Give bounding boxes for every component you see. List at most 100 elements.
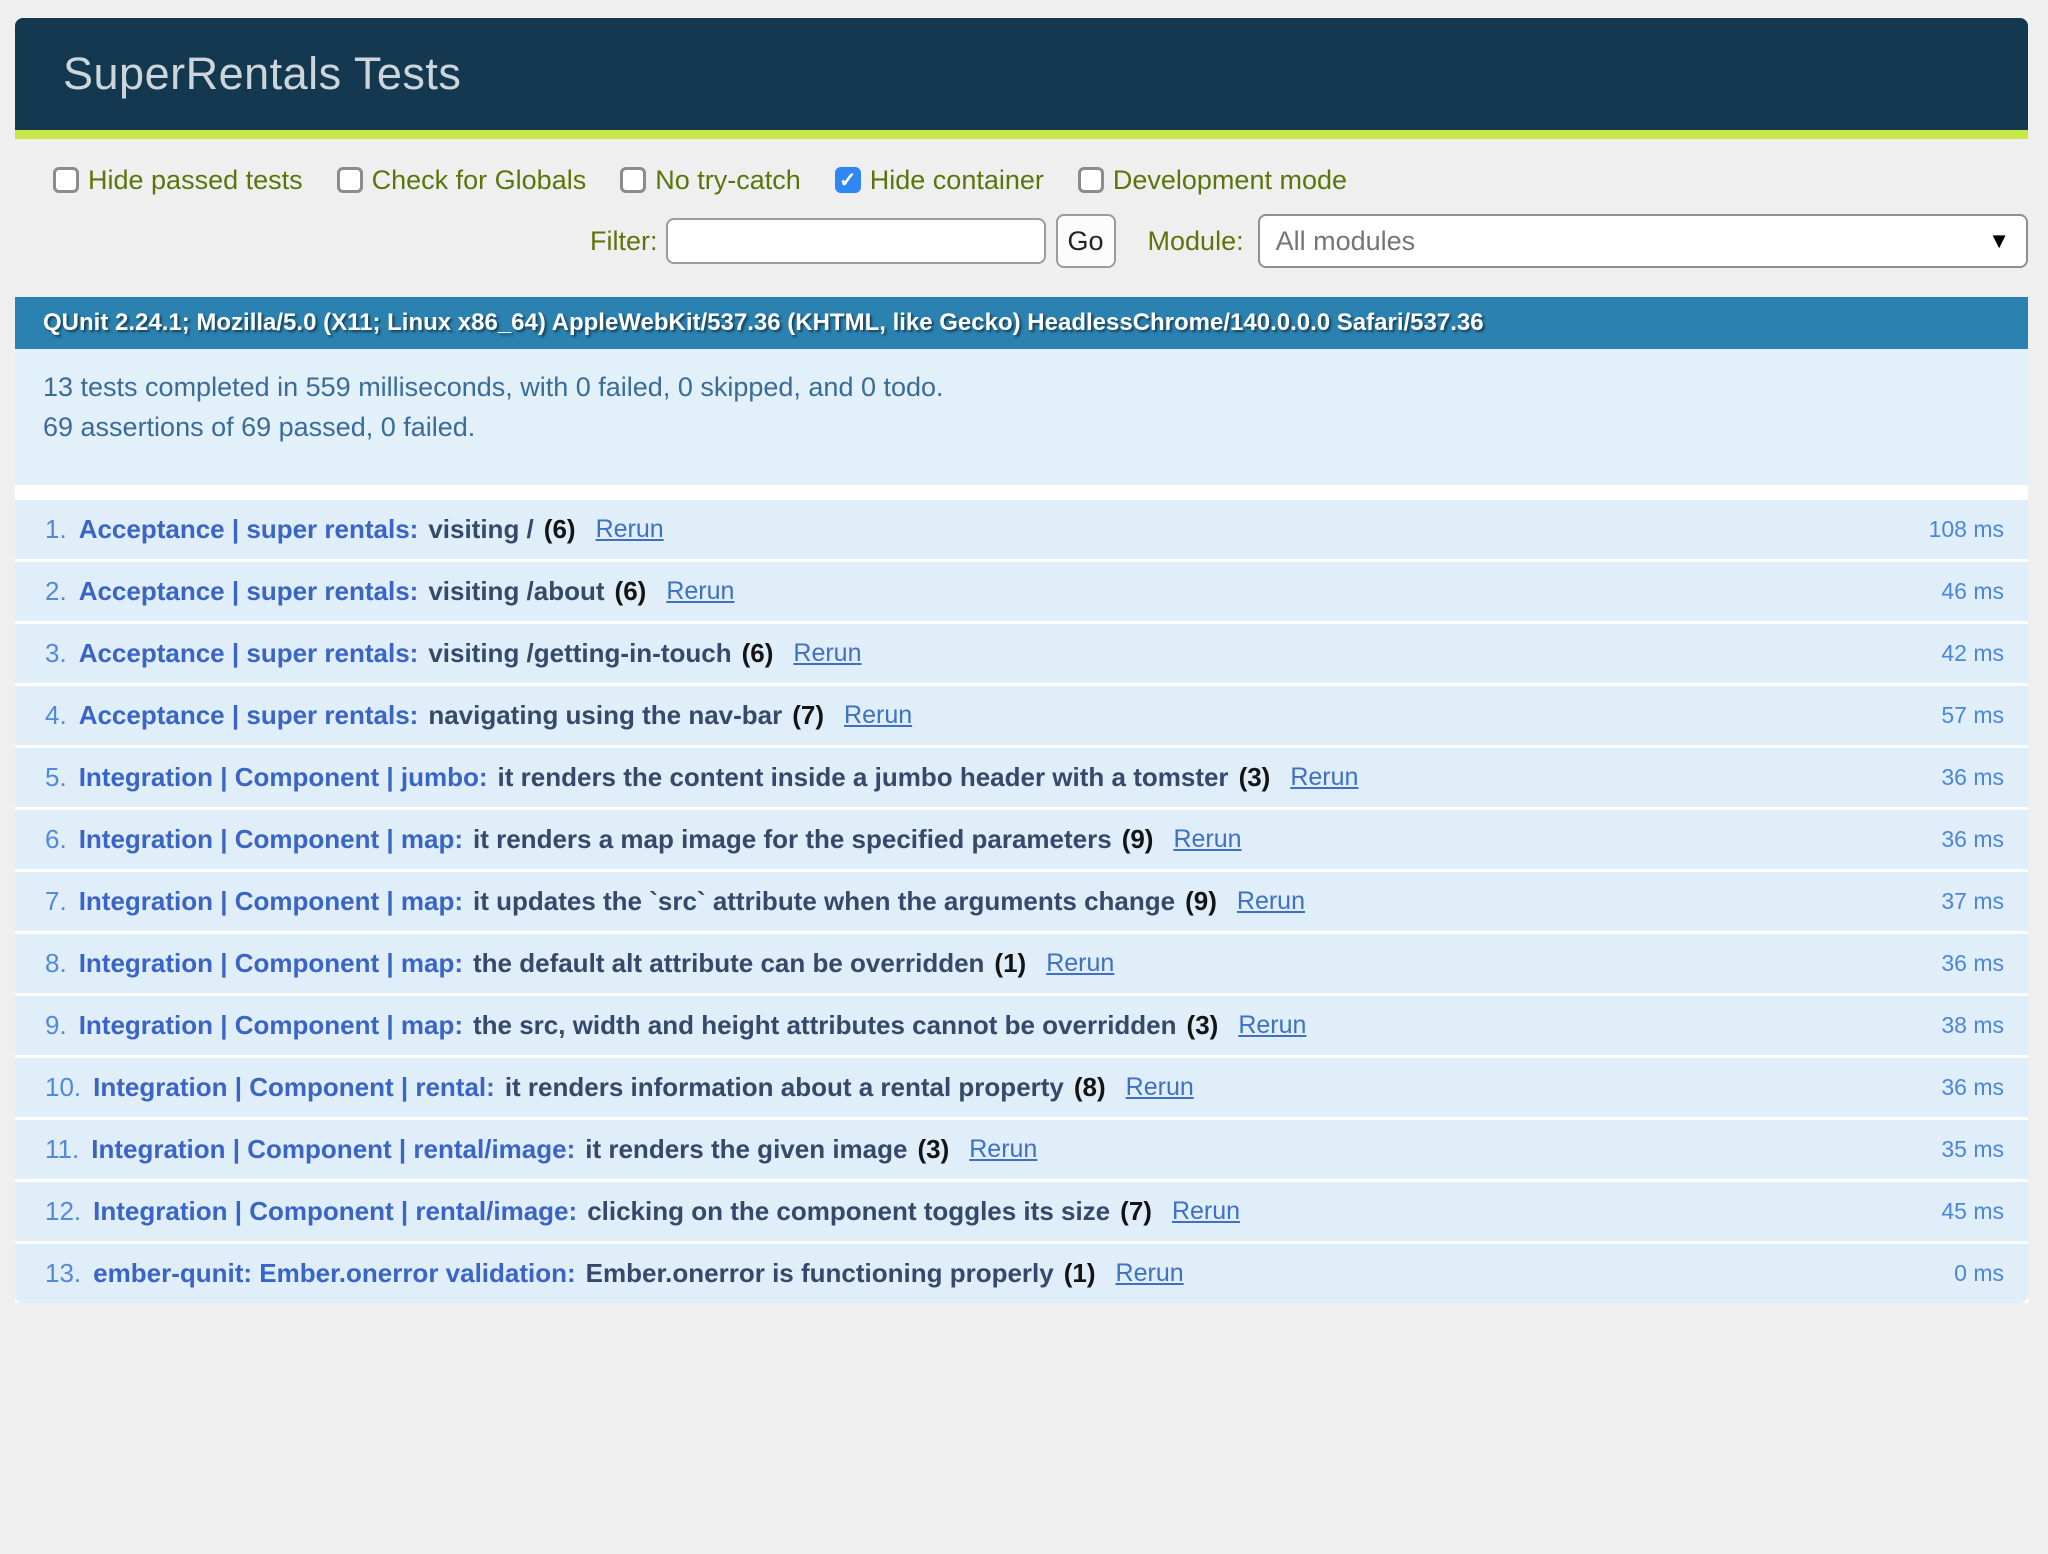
rerun-link[interactable]: Rerun xyxy=(793,639,861,668)
assertion-counts: (7) xyxy=(1120,1196,1152,1227)
toolbar-checkbox-hide-passed-tests[interactable]: Hide passed tests xyxy=(53,165,303,196)
rerun-link[interactable]: Rerun xyxy=(1238,1011,1306,1040)
test-runtime: 36 ms xyxy=(1941,826,2004,853)
qunit-container: SuperRentals Tests Hide passed tests Chec… xyxy=(15,18,2028,1303)
test-row[interactable]: 11. Integration | Component | rental/imag… xyxy=(15,1120,2028,1179)
toolbar-checkbox-no-try-catch[interactable]: No try-catch xyxy=(620,165,801,196)
test-result-summary: 13 tests completed in 559 milliseconds, … xyxy=(15,349,2028,485)
test-runtime: 46 ms xyxy=(1941,578,2004,605)
filter-input[interactable] xyxy=(666,218,1046,264)
test-row[interactable]: 3.Acceptance | super rentals:visiting /g… xyxy=(15,624,2028,683)
user-agent-bar: QUnit 2.24.1; Mozilla/5.0 (X11; Linux x8… xyxy=(15,297,2028,349)
toolbar-checkboxes: Hide passed tests Check for Globals No try… xyxy=(53,163,2028,197)
assertion-counts: (9) xyxy=(1122,824,1154,855)
filter-label: Filter: xyxy=(590,226,658,257)
checkbox-unchecked-icon[interactable] xyxy=(337,167,363,193)
rerun-link[interactable]: Rerun xyxy=(844,701,912,730)
test-runtime: 57 ms xyxy=(1941,702,2004,729)
test-number: 1. xyxy=(45,514,67,545)
checkbox-unchecked-icon[interactable] xyxy=(53,167,79,193)
test-runtime: 36 ms xyxy=(1941,1074,2004,1101)
toolbar-checkbox-development-mode[interactable]: Development mode xyxy=(1078,165,1347,196)
chevron-down-icon: ▼ xyxy=(1988,228,2010,254)
rerun-link[interactable]: Rerun xyxy=(1046,949,1114,978)
test-row[interactable]: 13.ember-qunit: Ember.onerror validation… xyxy=(15,1244,2028,1303)
test-name: it renders information about a rental pr… xyxy=(505,1072,1064,1103)
module-name: Acceptance | super rentals: xyxy=(79,576,419,607)
module-name: Acceptance | super rentals: xyxy=(79,514,419,545)
module-name: Integration | Component | rental/image: xyxy=(93,1196,577,1227)
assertion-counts: (6) xyxy=(742,638,774,669)
test-row[interactable]: 7.Integration | Component | map:it updat… xyxy=(15,872,2028,931)
filter-row: Filter: Go Module: All modules ▼ xyxy=(590,213,2028,269)
test-number: 13. xyxy=(45,1258,81,1289)
test-name: the default alt attribute can be overrid… xyxy=(473,948,984,979)
module-name: Integration | Component | map: xyxy=(79,824,463,855)
rerun-link[interactable]: Rerun xyxy=(969,1135,1037,1164)
test-number: 3. xyxy=(45,638,67,669)
module-name: Integration | Component | map: xyxy=(79,886,463,917)
test-runtime: 36 ms xyxy=(1941,950,2004,977)
module-label: Module: xyxy=(1148,226,1244,257)
rerun-link[interactable]: Rerun xyxy=(1290,763,1358,792)
checkbox-checked-icon[interactable]: ✓ xyxy=(835,167,861,193)
test-row[interactable]: 10.Integration | Component | rental:it r… xyxy=(15,1058,2028,1117)
rerun-link[interactable]: Rerun xyxy=(1126,1073,1194,1102)
user-agent-text: QUnit 2.24.1; Mozilla/5.0 (X11; Linux x8… xyxy=(43,309,1484,337)
assertion-counts: (6) xyxy=(615,576,647,607)
test-row[interactable]: 6.Integration | Component | map:it rende… xyxy=(15,810,2028,869)
rerun-link[interactable]: Rerun xyxy=(1237,887,1305,916)
test-runtime: 108 ms xyxy=(1929,516,2004,543)
test-runtime: 0 ms xyxy=(1954,1260,2004,1287)
checkbox-label: Hide passed tests xyxy=(88,165,303,196)
checkbox-label: Development mode xyxy=(1113,165,1347,196)
module-name: Integration | Component | jumbo: xyxy=(79,762,488,793)
test-name: the src, width and height attributes can… xyxy=(473,1010,1177,1041)
checkbox-label: Check for Globals xyxy=(372,165,587,196)
test-name: Ember.onerror is functioning properly xyxy=(586,1258,1054,1289)
go-button[interactable]: Go xyxy=(1056,214,1116,268)
assertion-counts: (9) xyxy=(1185,886,1217,917)
test-row[interactable]: 5.Integration | Component | jumbo:it ren… xyxy=(15,748,2028,807)
qunit-toolbar: Hide passed tests Check for Globals No try… xyxy=(15,139,2028,297)
assertion-counts: (3) xyxy=(1239,762,1271,793)
test-row[interactable]: 1.Acceptance | super rentals:visiting /(… xyxy=(15,500,2028,559)
page-header: SuperRentals Tests xyxy=(15,18,2028,130)
assertion-counts: (3) xyxy=(1187,1010,1219,1041)
test-number: 5. xyxy=(45,762,67,793)
test-row[interactable]: 8.Integration | Component | map:the defa… xyxy=(15,934,2028,993)
rerun-link[interactable]: Rerun xyxy=(1172,1197,1240,1226)
test-number: 7. xyxy=(45,886,67,917)
rerun-link[interactable]: Rerun xyxy=(1116,1259,1184,1288)
test-runtime: 35 ms xyxy=(1941,1136,2004,1163)
test-runtime: 38 ms xyxy=(1941,1012,2004,1039)
module-name: Integration | Component | rental/image: xyxy=(91,1134,575,1165)
assertion-counts: (7) xyxy=(792,700,824,731)
module-selected-value: All modules xyxy=(1276,226,1416,257)
test-runtime: 36 ms xyxy=(1941,764,2004,791)
rerun-link[interactable]: Rerun xyxy=(666,577,734,606)
toolbar-checkbox-hide-container[interactable]: ✓Hide container xyxy=(835,165,1044,196)
test-row[interactable]: 9.Integration | Component | map:the src,… xyxy=(15,996,2028,1055)
test-row[interactable]: 2.Acceptance | super rentals:visiting /a… xyxy=(15,562,2028,621)
assertion-counts: (8) xyxy=(1074,1072,1106,1103)
test-row[interactable]: 12. Integration | Component | rental/imag… xyxy=(15,1182,2028,1241)
toolbar-checkbox-check-for-globals[interactable]: Check for Globals xyxy=(337,165,587,196)
test-name: it renders a map image for the specified… xyxy=(473,824,1112,855)
checkbox-unchecked-icon[interactable] xyxy=(620,167,646,193)
summary-line-1: 13 tests completed in 559 milliseconds, … xyxy=(43,367,2028,407)
test-number: 12. xyxy=(45,1196,81,1227)
test-number: 11. xyxy=(45,1134,79,1165)
module-wrap: Module: All modules ▼ xyxy=(1148,214,2028,268)
checkbox-unchecked-icon[interactable] xyxy=(1078,167,1104,193)
test-row[interactable]: 4.Acceptance | super rentals:navigating … xyxy=(15,686,2028,745)
module-name: Integration | Component | map: xyxy=(79,1010,463,1041)
rerun-link[interactable]: Rerun xyxy=(596,515,664,544)
module-select[interactable]: All modules ▼ xyxy=(1258,214,2028,268)
test-name: navigating using the nav-bar xyxy=(428,700,782,731)
summary-line-2: 69 assertions of 69 passed, 0 failed. xyxy=(43,407,2028,447)
module-name: Acceptance | super rentals: xyxy=(79,700,419,731)
rerun-link[interactable]: Rerun xyxy=(1173,825,1241,854)
result-banner xyxy=(15,130,2028,139)
assertion-counts: (3) xyxy=(917,1134,949,1165)
